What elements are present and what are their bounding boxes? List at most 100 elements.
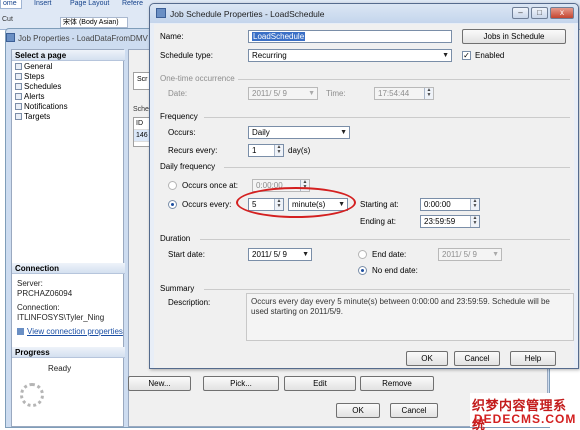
- frequency-divider: [204, 117, 570, 118]
- no-end-date-label: No end date:: [372, 266, 418, 275]
- dialog-cancel-button[interactable]: Cancel: [454, 351, 500, 366]
- page-label-targets: Targets: [24, 112, 51, 121]
- chevron-down-icon: ▼: [340, 129, 347, 136]
- page-item-schedules[interactable]: Schedules: [15, 82, 61, 92]
- ribbon-tab-home[interactable]: ome: [0, 0, 22, 9]
- no-end-date-radio[interactable]: [358, 266, 367, 275]
- server-label: Server:: [17, 279, 43, 288]
- page-icon: [15, 103, 22, 110]
- occurs-select[interactable]: Daily ▼: [248, 126, 350, 139]
- page-item-notifications[interactable]: Notifications: [15, 102, 68, 112]
- connection-header: Connection: [12, 263, 125, 274]
- schedule-type-label: Schedule type:: [160, 51, 213, 60]
- page-label-general: General: [24, 62, 53, 71]
- one-time-divider: [238, 79, 570, 80]
- watermark-line-2: DEDECMS.COM: [474, 412, 577, 426]
- page-icon: [15, 113, 22, 120]
- occurs-label: Occurs:: [168, 128, 196, 137]
- view-connection-properties-link[interactable]: View connection properties: [17, 327, 123, 337]
- connection-label: Connection:: [17, 303, 60, 312]
- jobs-in-schedule-button[interactable]: Jobs in Schedule: [462, 29, 566, 44]
- watermark-logo: 织梦内容管理系统 DEDECMS.COM: [470, 393, 578, 430]
- pick-schedule-button[interactable]: Pick...: [203, 376, 279, 391]
- schedule-type-select[interactable]: Recurring ▼: [248, 49, 452, 62]
- one-time-time-label: Time:: [326, 89, 346, 98]
- ending-at-input[interactable]: 23:59:59 ▲ ▼: [420, 215, 480, 228]
- calendar-dropdown-icon: ▼: [302, 251, 309, 258]
- page-label-schedules: Schedules: [24, 82, 62, 91]
- start-date-picker[interactable]: 2011/ 5/ 9 ▼: [248, 248, 312, 261]
- dialog-title-bar[interactable]: Job Schedule Properties - LoadSchedule –…: [150, 4, 578, 23]
- enabled-checkbox[interactable]: ✓: [462, 51, 471, 60]
- chevron-down-icon: ▼: [442, 52, 449, 59]
- dialog-app-icon: [156, 8, 166, 18]
- page-icon: [15, 63, 22, 70]
- new-schedule-button[interactable]: New...: [128, 376, 191, 391]
- start-date-label: Start date:: [168, 250, 205, 259]
- name-value: LoadSchedule: [252, 32, 306, 41]
- cut-button[interactable]: Cut: [2, 16, 13, 23]
- ribbon-tab-references[interactable]: Refere: [122, 0, 143, 7]
- end-date-label: End date:: [372, 250, 407, 259]
- job-window-icon: [6, 33, 15, 42]
- one-time-time-input[interactable]: 17:54:44 ▲ ▼: [374, 87, 434, 100]
- spin-buttons-icon: ▲ ▼: [470, 199, 479, 210]
- frequency-header: Frequency: [160, 112, 198, 121]
- job-ok-button[interactable]: OK: [336, 403, 380, 418]
- end-date-radio[interactable]: [358, 250, 367, 259]
- description-label: Description:: [168, 298, 211, 307]
- one-time-date-label: Date:: [168, 89, 188, 98]
- starting-at-input[interactable]: 0:00:00 ▲ ▼: [420, 198, 480, 211]
- page-item-steps[interactable]: Steps: [15, 72, 44, 82]
- recurs-every-input[interactable]: 1 ▲ ▼: [248, 144, 284, 157]
- job-left-pane: Select a page General Steps Schedules Al…: [11, 49, 125, 427]
- recurs-unit: day(s): [288, 146, 311, 155]
- ending-at-label: Ending at:: [360, 217, 397, 226]
- dialog-ok-button[interactable]: OK: [406, 351, 448, 366]
- ribbon-tab-insert[interactable]: Insert: [34, 0, 52, 7]
- font-selector[interactable]: 宋体 (Body Asian): [60, 17, 128, 28]
- remove-schedule-button[interactable]: Remove: [360, 376, 434, 391]
- page-label-alerts: Alerts: [24, 92, 45, 101]
- close-button[interactable]: x: [550, 7, 574, 19]
- occurs-once-radio[interactable]: [168, 181, 177, 190]
- server-value: PRCHAZ06094: [17, 289, 73, 298]
- summary-header: Summary: [160, 284, 195, 293]
- page-icon: [15, 93, 22, 100]
- duration-header: Duration: [160, 234, 191, 243]
- page-item-targets[interactable]: Targets: [15, 112, 50, 122]
- daily-frequency-divider: [224, 167, 570, 168]
- name-input[interactable]: LoadSchedule: [248, 30, 452, 43]
- occurs-every-label: Occurs every:: [182, 200, 232, 209]
- summary-divider: [204, 289, 570, 290]
- ribbon-tab-page-layout[interactable]: Page Layout: [70, 0, 109, 7]
- spin-buttons-icon: ▲ ▼: [470, 216, 479, 227]
- page-label-notifications: Notifications: [24, 102, 68, 111]
- page-icon: [15, 73, 22, 80]
- connection-value: ITLINFOSYS\Tyler_Ning: [17, 313, 105, 322]
- name-label: Name:: [160, 32, 184, 41]
- job-window-title: Job Properties - LoadDataFromDMV: [18, 34, 148, 43]
- progress-spinner-icon: [20, 383, 44, 407]
- daily-frequency-header: Daily frequency: [160, 162, 216, 171]
- spin-buttons-icon: ▲ ▼: [274, 145, 283, 156]
- maximize-button[interactable]: □: [531, 7, 548, 19]
- summary-description: Occurs every day every 5 minute(s) betwe…: [246, 293, 574, 341]
- page-item-general[interactable]: General: [15, 62, 52, 72]
- one-time-date-picker[interactable]: 2011/ 5/ 9 ▼: [248, 87, 318, 100]
- page-item-alerts[interactable]: Alerts: [15, 92, 44, 102]
- calendar-dropdown-icon: ▼: [492, 251, 499, 258]
- edit-schedule-button[interactable]: Edit: [284, 376, 356, 391]
- job-cancel-button[interactable]: Cancel: [390, 403, 438, 418]
- starting-at-label: Starting at:: [360, 200, 399, 209]
- recurs-every-label: Recurs every:: [168, 146, 218, 155]
- dialog-help-button[interactable]: Help: [510, 351, 556, 366]
- minimize-button[interactable]: –: [512, 7, 529, 19]
- properties-icon: [17, 328, 24, 335]
- occurs-every-radio[interactable]: [168, 200, 177, 209]
- duration-divider: [200, 239, 570, 240]
- spin-buttons-icon: ▲ ▼: [424, 88, 433, 99]
- end-date-picker[interactable]: 2011/ 5/ 9 ▼: [438, 248, 502, 261]
- annotation-circle: [236, 187, 356, 218]
- enabled-label: Enabled: [475, 51, 505, 60]
